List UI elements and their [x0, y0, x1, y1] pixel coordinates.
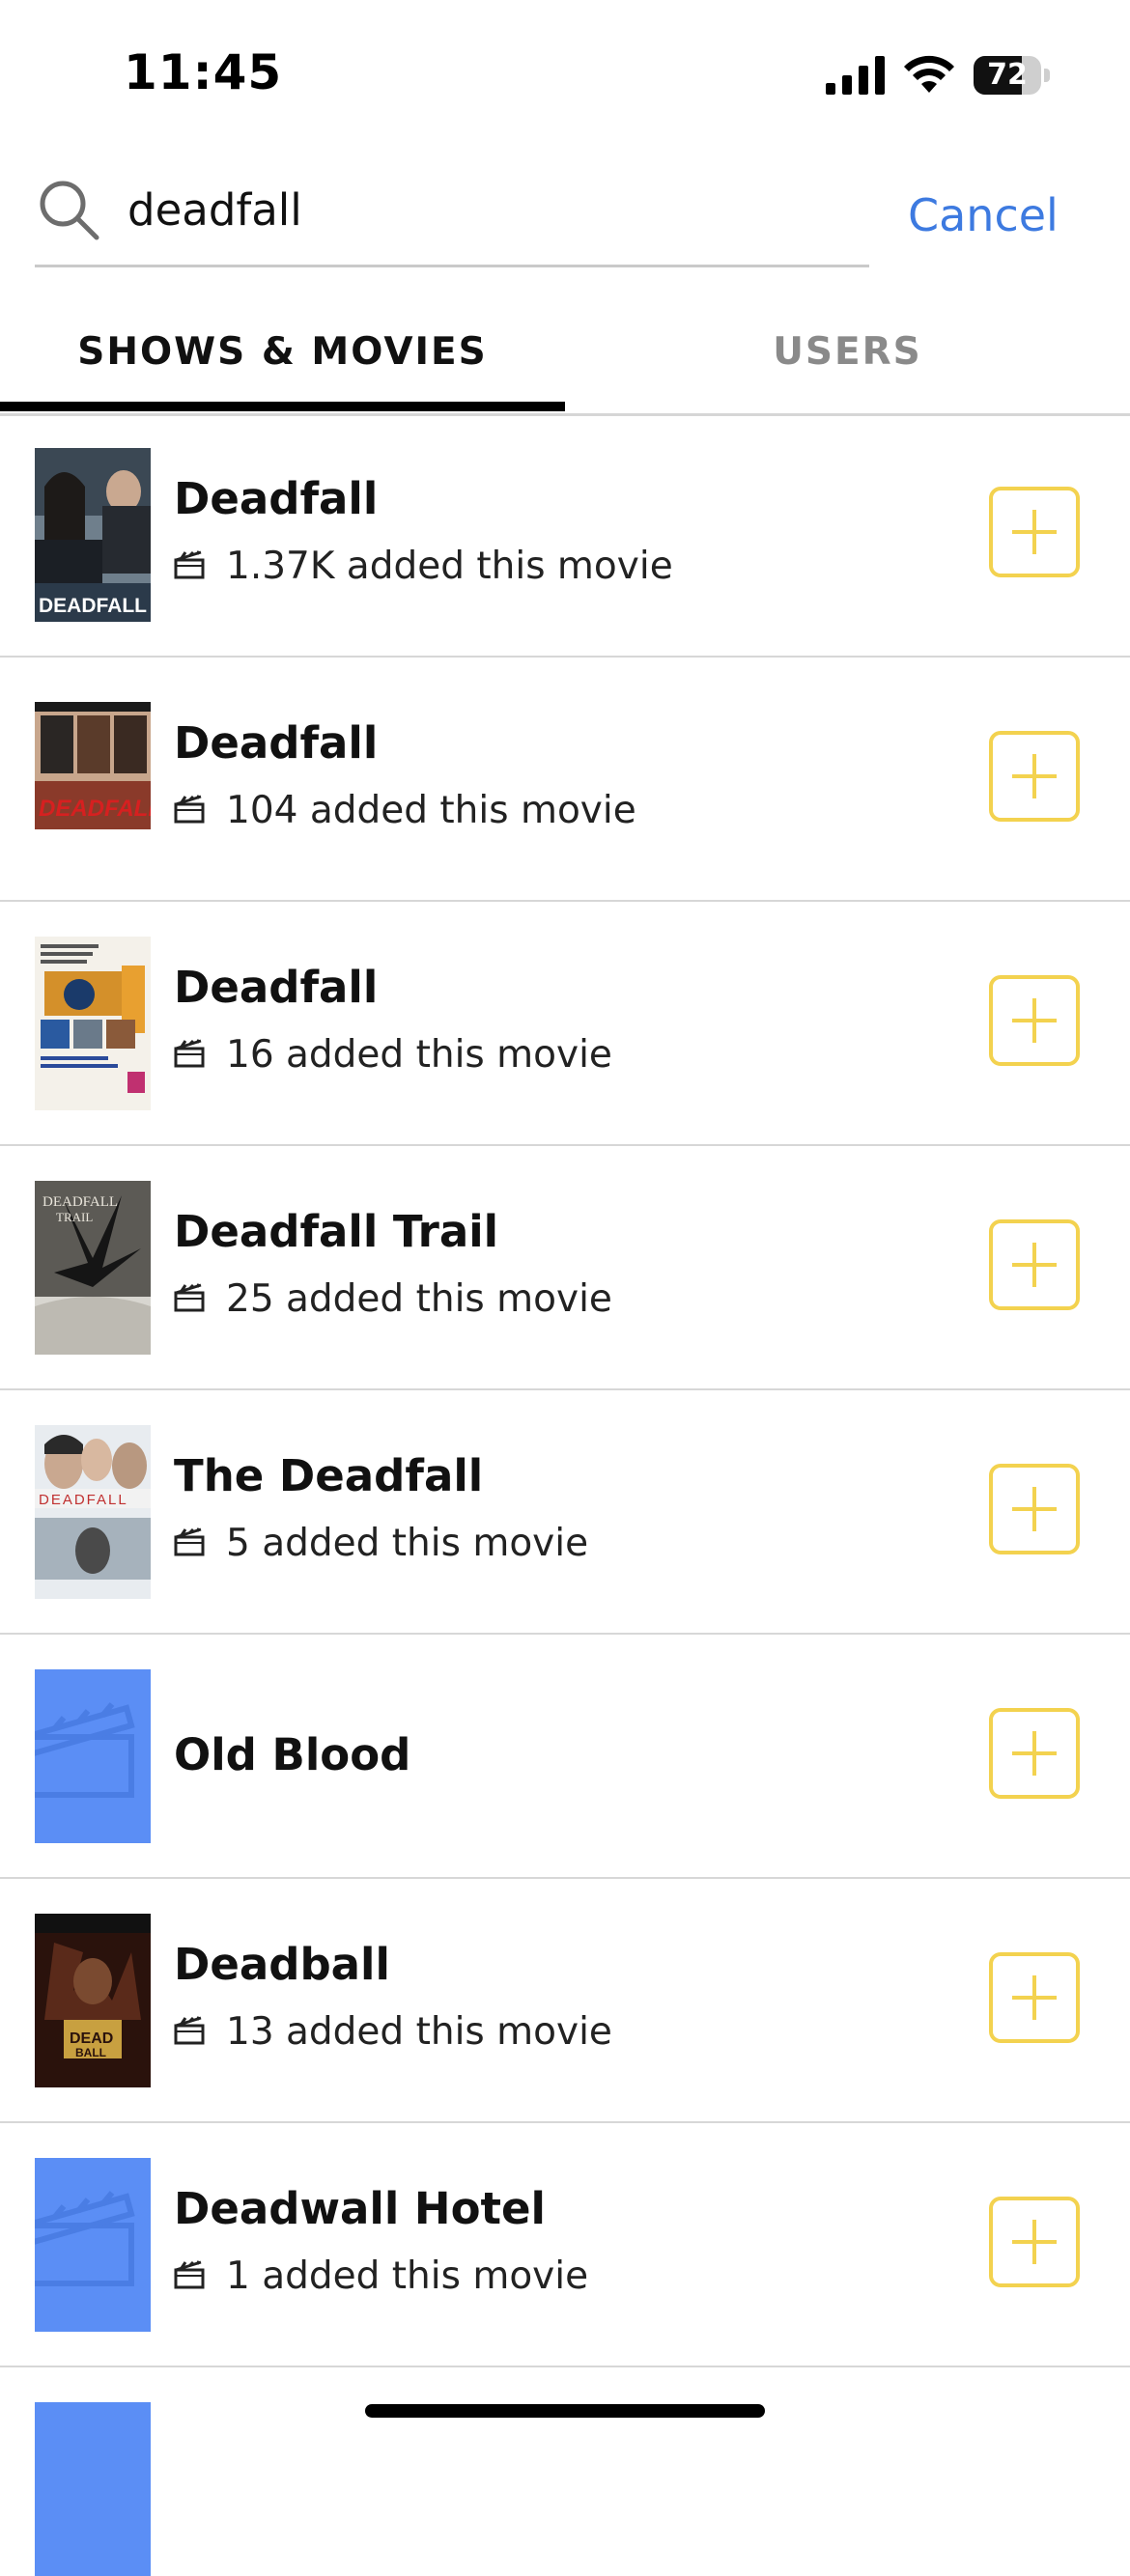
added-count: 5 added this movie	[226, 1522, 589, 1565]
poster-placeholder[interactable]	[35, 1669, 151, 1843]
poster-placeholder[interactable]	[35, 2158, 151, 2332]
poster-placeholder[interactable]	[35, 2402, 151, 2576]
tab-users[interactable]: USERS	[565, 299, 1130, 406]
clapperboard-icon	[174, 2016, 205, 2045]
movie-poster[interactable]: DEADFALL	[35, 692, 151, 866]
result-row[interactable]: DEADFALL The Deadfall 5 added this movie	[0, 1390, 1130, 1635]
movie-poster[interactable]: DEAD BALL	[35, 1914, 151, 2087]
search-icon	[40, 181, 99, 240]
result-title: Deadfall Trail	[174, 1206, 499, 1257]
search-bar[interactable]	[35, 172, 869, 267]
add-button[interactable]	[989, 1219, 1080, 1310]
result-title: Deadfall	[174, 962, 379, 1013]
status-bar: 11:45 72	[0, 0, 1130, 145]
result-title: The Deadfall	[174, 1450, 484, 1501]
svg-text:DEADFALL: DEADFALL	[39, 1492, 128, 1508]
added-count: 25 added this movie	[226, 1277, 612, 1321]
clapperboard-icon	[174, 795, 205, 824]
add-button[interactable]	[989, 975, 1080, 1066]
home-indicator	[365, 2404, 765, 2418]
add-button[interactable]	[989, 487, 1080, 577]
active-tab-indicator	[0, 402, 565, 411]
wifi-icon	[904, 55, 954, 93]
svg-text:DEADFALL: DEADFALL	[39, 595, 147, 617]
result-title: Deadfall	[174, 473, 379, 524]
add-button[interactable]	[989, 2197, 1080, 2287]
tab-bar: SHOWS & MOVIES USERS	[0, 299, 1130, 416]
cancel-button[interactable]: Cancel	[908, 189, 1059, 241]
added-count: 16 added this movie	[226, 1033, 612, 1077]
clapperboard-icon	[174, 1039, 205, 1068]
battery-icon: 72	[974, 56, 1051, 95]
cellular-signal-icon	[826, 56, 885, 95]
svg-text:DEADFALL: DEADFALL	[42, 1194, 118, 1210]
result-title: Deadwall Hotel	[174, 2183, 546, 2234]
result-title: Old Blood	[174, 1729, 411, 1780]
result-row[interactable]: Old Blood	[0, 1635, 1130, 1879]
add-button[interactable]	[989, 1708, 1080, 1799]
movie-poster[interactable]: DEADFALL TRAIL	[35, 1181, 151, 1355]
movie-poster[interactable]	[35, 937, 151, 1110]
clapperboard-icon	[174, 550, 205, 579]
battery-level: 72	[987, 58, 1028, 92]
clapperboard-placeholder-icon	[35, 2158, 151, 2332]
added-count: 1.37K added this movie	[226, 545, 673, 588]
search-input[interactable]	[127, 172, 842, 249]
movie-poster[interactable]: DEADFALL	[35, 448, 151, 622]
svg-text:DEAD: DEAD	[70, 2030, 113, 2047]
result-row[interactable]: Deadfall 16 added this movie	[0, 902, 1130, 1146]
added-count: 1 added this movie	[226, 2254, 589, 2298]
add-button[interactable]	[989, 1464, 1080, 1554]
tab-shows-movies[interactable]: SHOWS & MOVIES	[0, 299, 565, 406]
status-time: 11:45	[124, 44, 283, 100]
add-button[interactable]	[989, 1952, 1080, 2043]
add-button[interactable]	[989, 731, 1080, 822]
clapperboard-icon	[174, 1283, 205, 1312]
result-row[interactable]: DEADFALL Deadfall 1.37K added this movie	[0, 413, 1130, 658]
movie-poster[interactable]: DEADFALL	[35, 1425, 151, 1599]
result-title: Deadfall	[174, 717, 379, 769]
result-row-partial[interactable]	[0, 2367, 1130, 2576]
result-row[interactable]: Deadwall Hotel 1 added this movie	[0, 2123, 1130, 2367]
added-count: 13 added this movie	[226, 2010, 612, 2054]
search-results-list: DEADFALL Deadfall 1.37K added this movie…	[0, 413, 1130, 2576]
result-title: Deadball	[174, 1939, 390, 1990]
result-row[interactable]: DEAD BALL Deadball 13 added this movie	[0, 1879, 1130, 2123]
added-count: 104 added this movie	[226, 789, 636, 832]
svg-text:DEADFALL: DEADFALL	[39, 796, 151, 822]
result-row[interactable]: DEADFALL Deadfall 104 added this movie	[0, 658, 1130, 902]
svg-text:BALL: BALL	[75, 2046, 106, 2059]
svg-text:TRAIL: TRAIL	[56, 1210, 93, 1224]
clapperboard-icon	[174, 2260, 205, 2289]
result-row[interactable]: DEADFALL TRAIL Deadfall Trail 25 added t…	[0, 1146, 1130, 1390]
clapperboard-icon	[174, 1527, 205, 1556]
clapperboard-placeholder-icon	[35, 1669, 151, 1843]
